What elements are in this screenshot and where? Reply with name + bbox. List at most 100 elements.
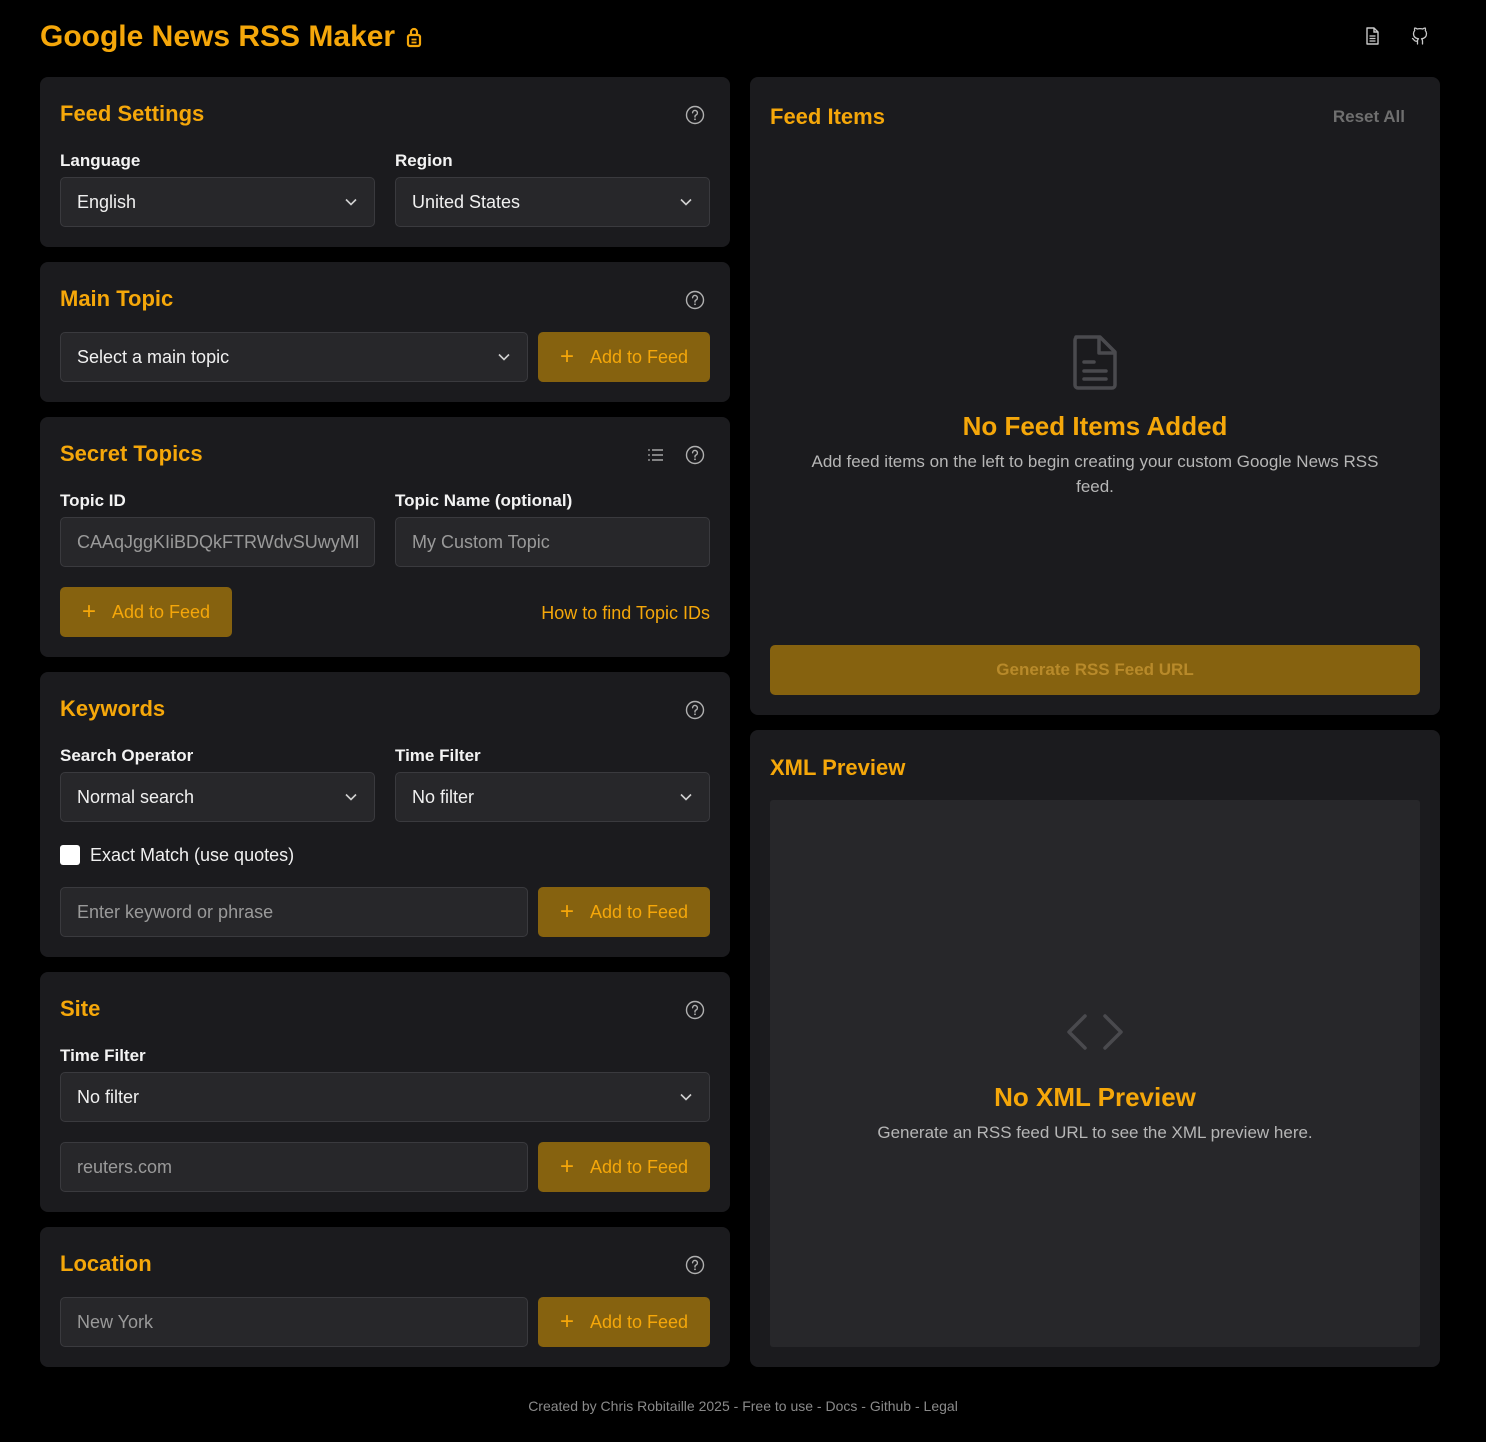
site-card: Site Time Filter No filter reuters.com +… (40, 972, 730, 1212)
plus-icon: + (81, 598, 96, 625)
feed-items-empty-title: No Feed Items Added (962, 411, 1228, 441)
footer-github-link[interactable]: Github (870, 1398, 911, 1414)
keyword-placeholder: Enter keyword or phrase (77, 901, 274, 922)
feed-items-empty-text: Add feed items on the left to begin crea… (811, 452, 1379, 496)
list-icon[interactable] (646, 445, 666, 465)
footer-credit: Created by Chris Robitaille 2025 (528, 1398, 730, 1414)
footer-legal-link[interactable]: Legal (924, 1398, 958, 1414)
keywords-time-filter-label: Time Filter (395, 746, 481, 765)
keywords-card: Keywords Search Operator Normal search T… (40, 672, 730, 957)
keyword-add-button[interactable]: + Add to Feed (538, 887, 710, 937)
language-label: Language (60, 151, 141, 170)
chevron-down-icon (498, 353, 510, 361)
chevron-down-icon (680, 793, 692, 801)
main-topic-select[interactable]: Select a main topic (60, 332, 528, 382)
location-add-label: Add to Feed (589, 1311, 689, 1332)
xml-preview-card: XML Preview No XML Preview Generate an R… (750, 730, 1440, 1367)
secret-topic-add-label: Add to Feed (111, 601, 211, 622)
region-label: Region (395, 151, 453, 170)
code-icon (1067, 1014, 1123, 1050)
site-add-button[interactable]: + Add to Feed (538, 1142, 710, 1192)
generate-rss-button[interactable]: Generate RSS Feed URL (770, 645, 1420, 695)
language-select[interactable]: English (60, 177, 375, 227)
secret-topic-add-button[interactable]: + Add to Feed (60, 587, 232, 637)
docs-icon[interactable] (1362, 26, 1382, 46)
location-title: Location (60, 1251, 152, 1276)
plus-icon: + (559, 1153, 574, 1180)
topic-name-label: Topic Name (optional) (395, 491, 573, 510)
app-title: Google News RSS Maker (40, 20, 423, 54)
help-icon[interactable] (685, 445, 705, 465)
feed-items-title: Feed Items (770, 104, 885, 129)
site-input[interactable]: reuters.com (60, 1142, 528, 1192)
github-icon[interactable] (1410, 26, 1430, 46)
main-topic-add-button[interactable]: + Add to Feed (538, 332, 710, 382)
search-operator-label: Search Operator (60, 746, 194, 765)
keywords-time-filter-select[interactable]: No filter (395, 772, 710, 822)
help-icon[interactable] (685, 700, 705, 720)
main-topic-card: Main Topic Select a main topic + Add to … (40, 262, 730, 402)
xml-empty-text: Generate an RSS feed URL to see the XML … (877, 1123, 1313, 1142)
topic-name-input[interactable]: My Custom Topic (395, 517, 710, 567)
main-topic-add-label: Add to Feed (589, 346, 689, 367)
topic-name-placeholder: My Custom Topic (412, 531, 550, 552)
plus-icon: + (559, 1308, 574, 1335)
footer-separator: - (911, 1398, 924, 1414)
site-placeholder: reuters.com (77, 1156, 173, 1177)
footer: Created by Chris Robitaille 2025 - Free … (0, 1398, 1486, 1414)
site-add-label: Add to Feed (589, 1156, 689, 1177)
help-icon[interactable] (685, 290, 705, 310)
secret-topics-card: Secret Topics Topic ID CAAqJggKIiBDQkFTR… (40, 417, 730, 657)
location-placeholder: New York (77, 1311, 154, 1332)
chevron-down-icon (680, 198, 692, 206)
topic-id-label: Topic ID (60, 491, 126, 510)
region-select-value: United States (412, 191, 521, 212)
location-card: Location New York + Add to Feed (40, 1227, 730, 1367)
main-topic-select-value: Select a main topic (77, 346, 230, 367)
keyword-input[interactable]: Enter keyword or phrase (60, 887, 528, 937)
feed-settings-title: Feed Settings (60, 101, 205, 126)
help-icon[interactable] (685, 1255, 705, 1275)
help-icon[interactable] (685, 1000, 705, 1020)
main-topic-title: Main Topic (60, 286, 174, 311)
plus-icon: + (559, 898, 574, 925)
language-select-value: English (77, 191, 137, 212)
region-select[interactable]: United States (395, 177, 710, 227)
app-header: Google News RSS Maker (40, 18, 1440, 62)
topic-id-help-link[interactable]: How to find Topic IDs (541, 603, 710, 624)
site-time-filter-value: No filter (77, 1086, 140, 1107)
plus-icon: + (559, 343, 574, 370)
site-time-filter-select[interactable]: No filter (60, 1072, 710, 1122)
secret-topics-title: Secret Topics (60, 441, 203, 466)
help-icon[interactable] (685, 105, 705, 125)
search-operator-select[interactable]: Normal search (60, 772, 375, 822)
footer-free: Free to use (742, 1398, 814, 1414)
search-operator-value: Normal search (77, 786, 195, 807)
footer-separator: - (729, 1398, 743, 1414)
location-input[interactable]: New York (60, 1297, 528, 1347)
exact-match-checkbox[interactable] (60, 845, 80, 865)
footer-separator: - (857, 1398, 870, 1414)
xml-empty-title: No XML Preview (994, 1082, 1196, 1112)
keywords-time-filter-value: No filter (412, 786, 475, 807)
feed-items-card: Feed Items Reset All No Feed Items Added… (750, 77, 1440, 715)
chevron-down-icon (345, 198, 357, 206)
lock-icon (407, 27, 422, 48)
feed-settings-card: Feed Settings Language English Region Un… (40, 77, 730, 247)
footer-docs-link[interactable]: Docs (825, 1398, 857, 1414)
reset-all-button[interactable]: Reset All (1333, 107, 1405, 127)
xml-preview-area: No XML Preview Generate an RSS feed URL … (770, 800, 1420, 1347)
exact-match-label: Exact Match (use quotes) (90, 845, 295, 865)
site-time-filter-label: Time Filter (60, 1046, 146, 1065)
location-add-button[interactable]: + Add to Feed (538, 1297, 710, 1347)
topic-id-placeholder: CAAqJggKIiBDQkFTRWdvSUwyMHZN (77, 531, 358, 552)
chevron-down-icon (345, 793, 357, 801)
site-title: Site (60, 996, 101, 1021)
xml-preview-title: XML Preview (770, 755, 906, 780)
topic-id-input[interactable]: CAAqJggKIiBDQkFTRWdvSUwyMHZN (60, 517, 375, 567)
keyword-add-label: Add to Feed (589, 901, 689, 922)
app-title-text: Google News RSS Maker (40, 20, 396, 53)
document-icon (1073, 335, 1117, 390)
keywords-title: Keywords (60, 696, 166, 721)
chevron-down-icon (680, 1093, 692, 1101)
